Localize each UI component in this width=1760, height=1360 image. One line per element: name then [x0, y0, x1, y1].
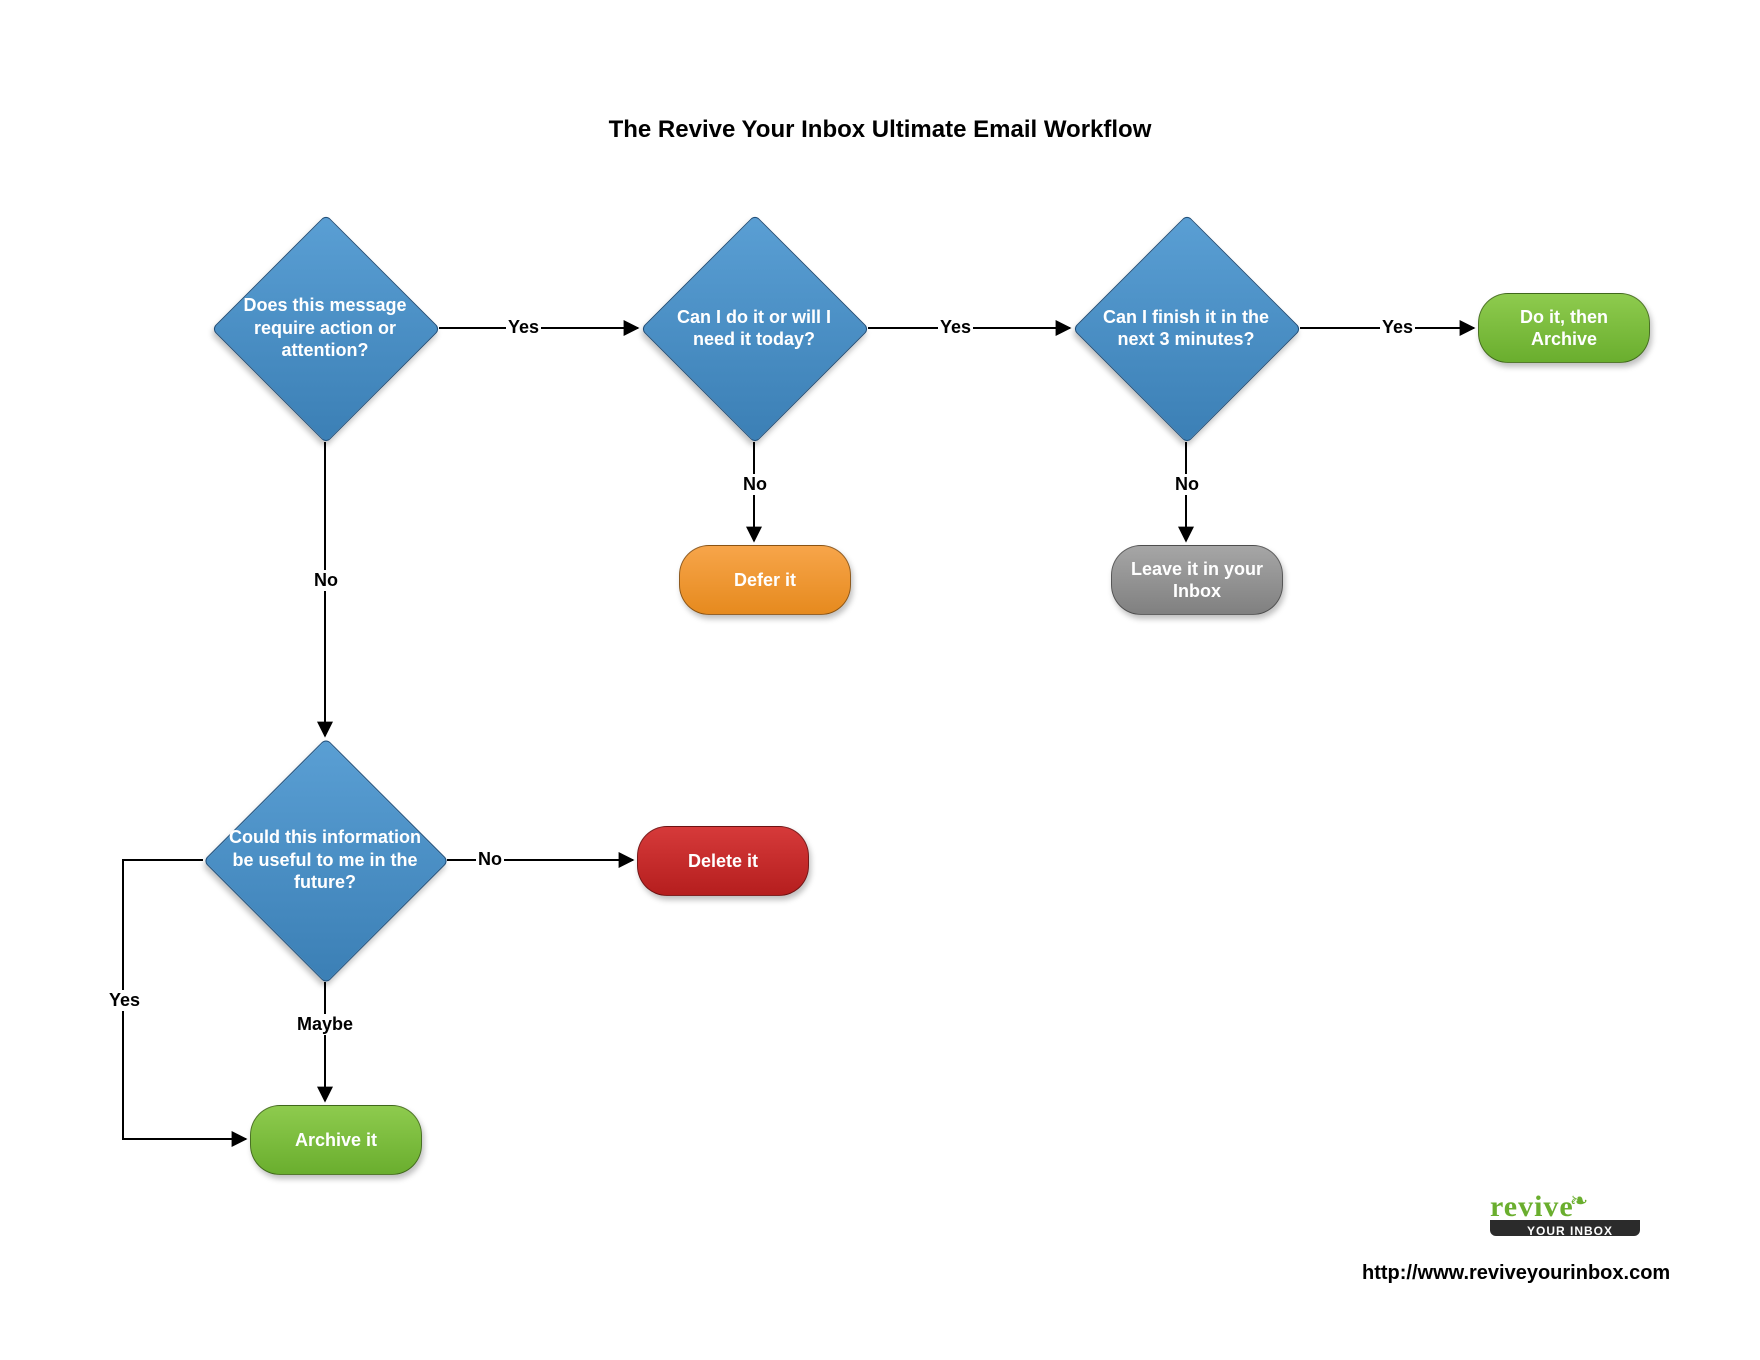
logo-word: revive	[1490, 1190, 1574, 1223]
edge-label-yes: Yes	[107, 990, 142, 1011]
edge-label-no: No	[741, 474, 769, 495]
decision-label: Does this message require action or atte…	[211, 214, 439, 442]
decision-label: Can I finish it in the next 3 minutes?	[1072, 214, 1300, 442]
decision-label: Could this information be useful to me i…	[203, 738, 447, 982]
edge-label-no: No	[312, 570, 340, 591]
revive-inbox-logo: revive❧ YOUR INBOX	[1490, 1190, 1650, 1245]
edge-label-no: No	[476, 849, 504, 870]
edge-label-maybe: Maybe	[295, 1014, 355, 1035]
source-url: http://www.reviveyourinbox.com	[1362, 1262, 1670, 1285]
terminal-do-then-archive: Do it, then Archive	[1478, 293, 1650, 363]
edge-label-yes: Yes	[1380, 317, 1415, 338]
flowchart-canvas: The Revive Your Inbox Ultimate Email Wor…	[0, 0, 1760, 1360]
diagram-title: The Revive Your Inbox Ultimate Email Wor…	[0, 116, 1760, 144]
decision-label: Can I do it or will I need it today?	[640, 214, 868, 442]
terminal-leave-inbox: Leave it in your Inbox	[1111, 545, 1283, 615]
logo-sub: YOUR INBOX	[1490, 1224, 1650, 1238]
decision-three-minutes: Can I finish it in the next 3 minutes?	[1072, 214, 1300, 442]
terminal-archive: Archive it	[250, 1105, 422, 1175]
edge-label-no: No	[1173, 474, 1201, 495]
terminal-defer: Defer it	[679, 545, 851, 615]
decision-require-action: Does this message require action or atte…	[211, 214, 439, 442]
decision-need-today: Can I do it or will I need it today?	[640, 214, 868, 442]
leaf-icon: ❧	[1570, 1188, 1588, 1213]
edge-label-yes: Yes	[938, 317, 973, 338]
terminal-delete: Delete it	[637, 826, 809, 896]
edge-label-yes: Yes	[506, 317, 541, 338]
decision-useful-future: Could this information be useful to me i…	[203, 738, 447, 982]
